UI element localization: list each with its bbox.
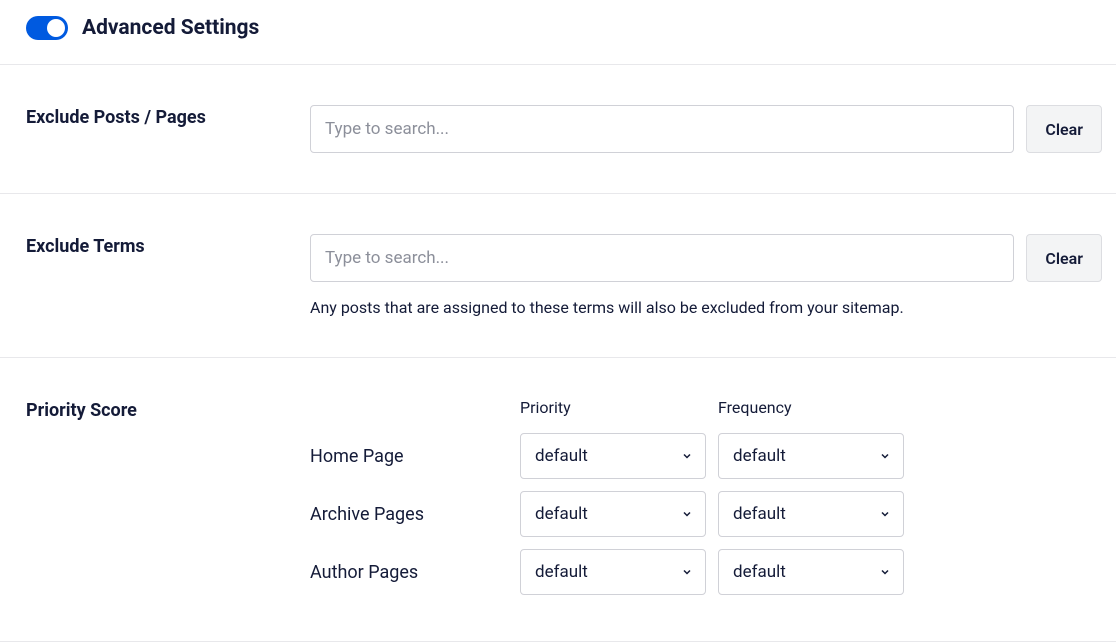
- exclude-posts-row: Exclude Posts / Pages Clear: [0, 65, 1116, 194]
- exclude-posts-input[interactable]: [310, 105, 1014, 153]
- priority-col-spacer: [310, 408, 508, 418]
- home-frequency-select[interactable]: default: [718, 433, 904, 479]
- author-priority-select-wrap: default: [520, 549, 706, 595]
- exclude-posts-label: Exclude Posts / Pages: [26, 105, 310, 153]
- exclude-terms-helper: Any posts that are assigned to these ter…: [310, 298, 1102, 317]
- priority-col-header: Priority: [520, 398, 706, 427]
- archive-priority-select[interactable]: default: [520, 491, 706, 537]
- priority-row-label-home: Home Page: [310, 434, 508, 479]
- exclude-terms-content: Clear Any posts that are assigned to the…: [310, 234, 1116, 317]
- toggle-knob: [47, 19, 65, 37]
- author-frequency-select[interactable]: default: [718, 549, 904, 595]
- exclude-terms-row: Exclude Terms Clear Any posts that are a…: [0, 194, 1116, 358]
- home-frequency-select-wrap: default: [718, 433, 904, 479]
- exclude-posts-input-row: Clear: [310, 105, 1102, 153]
- archive-priority-select-wrap: default: [520, 491, 706, 537]
- home-priority-select[interactable]: default: [520, 433, 706, 479]
- priority-row-label-author: Author Pages: [310, 550, 508, 595]
- frequency-col-header: Frequency: [718, 398, 904, 427]
- exclude-terms-input-row: Clear: [310, 234, 1102, 282]
- exclude-posts-content: Clear: [310, 105, 1116, 153]
- exclude-posts-clear-button[interactable]: Clear: [1026, 105, 1102, 153]
- archive-frequency-select[interactable]: default: [718, 491, 904, 537]
- priority-grid: Priority Frequency Home Page default def…: [310, 398, 1102, 601]
- advanced-settings-title: Advanced Settings: [82, 16, 259, 40]
- exclude-terms-clear-button[interactable]: Clear: [1026, 234, 1102, 282]
- advanced-settings-header: Advanced Settings: [0, 0, 1116, 65]
- advanced-settings-toggle[interactable]: [26, 16, 68, 40]
- exclude-terms-label: Exclude Terms: [26, 234, 310, 317]
- archive-frequency-select-wrap: default: [718, 491, 904, 537]
- author-priority-select[interactable]: default: [520, 549, 706, 595]
- priority-score-row: Priority Score Priority Frequency Home P…: [0, 358, 1116, 642]
- priority-score-label: Priority Score: [26, 398, 310, 601]
- exclude-terms-input[interactable]: [310, 234, 1014, 282]
- author-frequency-select-wrap: default: [718, 549, 904, 595]
- priority-score-content: Priority Frequency Home Page default def…: [310, 398, 1116, 601]
- home-priority-select-wrap: default: [520, 433, 706, 479]
- priority-row-label-archive: Archive Pages: [310, 492, 508, 537]
